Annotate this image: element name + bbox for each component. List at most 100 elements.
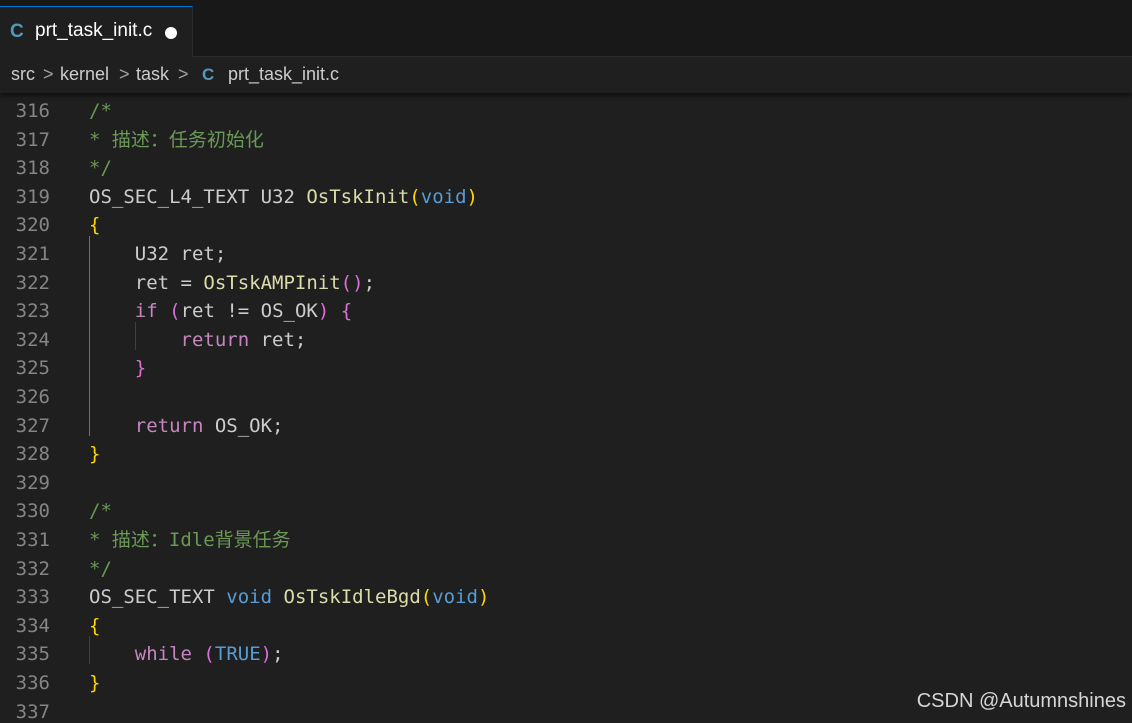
- line-number: 318: [15, 157, 50, 180]
- code-text: if (ret != OS_OK) {: [89, 297, 352, 326]
- line-number: 320: [15, 214, 50, 237]
- code-token: if: [134, 300, 158, 323]
- code-line[interactable]: 321 U32 ret;: [0, 240, 1132, 269]
- code-line[interactable]: 331 * 描述：Idle背景任务: [0, 526, 1132, 555]
- code-line[interactable]: 330 /*: [0, 497, 1132, 526]
- code-token: /*: [89, 100, 112, 122]
- line-number: 333: [15, 586, 50, 609]
- code-text: /*: [89, 97, 112, 126]
- code-token: ): [260, 643, 273, 666]
- code-line[interactable]: 333 OS_SEC_TEXT void OsTskIdleBgd(void): [0, 583, 1132, 612]
- code-text: * 描述：Idle背景任务: [89, 526, 291, 555]
- line-number: 328: [15, 443, 50, 466]
- code-token: (: [169, 300, 181, 323]
- line-number: 336: [15, 672, 50, 694]
- line-number: 319: [15, 185, 50, 208]
- code-token: ;: [272, 643, 284, 666]
- code-token: }: [89, 443, 101, 466]
- line-number: 330: [15, 500, 50, 523]
- code-line[interactable]: 324 return ret;: [0, 326, 1132, 355]
- code-text: OS_SEC_TEXT void OsTskIdleBgd(void): [89, 583, 489, 612]
- code-text: * 描述：任务初始化: [89, 126, 264, 155]
- code-line[interactable]: 323 if (ret != OS_OK) {: [0, 297, 1132, 326]
- line-number: 317: [15, 128, 50, 151]
- tab-label: prt_task_init.c: [35, 20, 153, 41]
- code-line[interactable]: 318 */: [0, 154, 1132, 183]
- code-line[interactable]: 320 {: [0, 211, 1132, 240]
- code-text: U32 ret;: [89, 240, 227, 269]
- chevron-right-icon: >: [119, 64, 130, 84]
- chevron-right-icon: >: [43, 64, 54, 84]
- code-token: (: [420, 586, 433, 609]
- code-line[interactable]: 326: [0, 383, 1132, 412]
- code-token: OS_SEC_L4_TEXT U32: [89, 185, 307, 208]
- line-number: 334: [15, 614, 50, 637]
- line-number: 329: [15, 471, 50, 494]
- unsaved-dot-icon[interactable]: [165, 27, 177, 39]
- line-number: 337: [15, 700, 50, 723]
- code-token: ;: [363, 271, 376, 294]
- code-token: {: [340, 300, 353, 323]
- code-text: {: [89, 211, 100, 240]
- breadcrumb-item-kernel[interactable]: kernel: [60, 64, 109, 86]
- code-token: ): [317, 300, 330, 323]
- code-line[interactable]: 335 while (TRUE);: [0, 640, 1132, 669]
- code-line[interactable]: 327 return OS_OK;: [0, 412, 1132, 441]
- code-line[interactable]: 325 }: [0, 354, 1132, 383]
- code-line[interactable]: 316 /*: [0, 97, 1132, 126]
- chevron-right-icon: >: [178, 64, 189, 84]
- code-line[interactable]: 317 * 描述：任务初始化: [0, 126, 1132, 155]
- code-text: OS_SEC_L4_TEXT U32 OsTskInit(void): [89, 183, 478, 212]
- tab-bar: C prt_task_init.c: [0, 6, 1132, 57]
- breadcrumb-item-src[interactable]: src: [11, 64, 35, 86]
- line-number: 324: [15, 328, 50, 351]
- c-language-icon: C: [202, 65, 215, 84]
- code-token: ): [478, 586, 490, 609]
- code-text: while (TRUE);: [89, 640, 284, 669]
- code-line[interactable]: 322 ret = OsTskAMPInit();: [0, 269, 1132, 298]
- tab-prt-task-init[interactable]: C prt_task_init.c: [0, 6, 193, 57]
- code-token: (): [340, 271, 364, 294]
- code-line[interactable]: 319 OS_SEC_L4_TEXT U32 OsTskInit(void): [0, 183, 1132, 212]
- c-language-icon: C: [10, 21, 24, 42]
- code-token: OS_OK;: [203, 414, 284, 437]
- code-token: void: [432, 586, 478, 609]
- code-line[interactable]: 328}: [0, 440, 1132, 469]
- code-line[interactable]: 329: [0, 469, 1132, 498]
- code-token: OsTskIdleBgd: [283, 586, 421, 609]
- line-number: 332: [15, 557, 50, 580]
- code-editor[interactable]: 316 /* 317 * 描述：任务初始化 318 */ 319 OS_SEC_L4_TEXT…: [0, 93, 1132, 723]
- line-number: 331: [15, 529, 50, 551]
- line-number: 327: [15, 414, 50, 437]
- code-line[interactable]: 332 */: [0, 555, 1132, 584]
- code-token: void: [420, 185, 467, 208]
- code-token: void: [226, 586, 273, 609]
- code-token: while: [134, 643, 192, 666]
- line-number: 322: [15, 271, 50, 294]
- code-text: return ret;: [89, 326, 307, 355]
- code-token: */: [89, 157, 112, 180]
- watermark: CSDN @Autumnshines: [916, 690, 1126, 712]
- code-text: {: [89, 612, 100, 641]
- breadcrumb-item-file[interactable]: prt_task_init.c: [228, 64, 339, 86]
- code-token: (: [409, 185, 421, 208]
- line-number: 316: [15, 100, 50, 122]
- line-number: 326: [15, 386, 50, 408]
- code-token: return: [180, 328, 250, 351]
- line-number: 335: [15, 643, 50, 666]
- code-token: (: [203, 643, 215, 666]
- code-text: return OS_OK;: [89, 412, 284, 441]
- code-line[interactable]: 334 {: [0, 612, 1132, 641]
- code-token: {: [89, 214, 101, 237]
- code-text: */: [89, 555, 112, 584]
- code-token: */: [89, 557, 112, 580]
- code-token: * 描述：Idle背景任务: [89, 529, 291, 551]
- code-text: }: [89, 440, 100, 469]
- breadcrumb-item-task[interactable]: task: [136, 64, 169, 86]
- breadcrumb: src > kernel > task > C prt_task_init.c: [0, 57, 1132, 93]
- code-text: }: [89, 669, 100, 698]
